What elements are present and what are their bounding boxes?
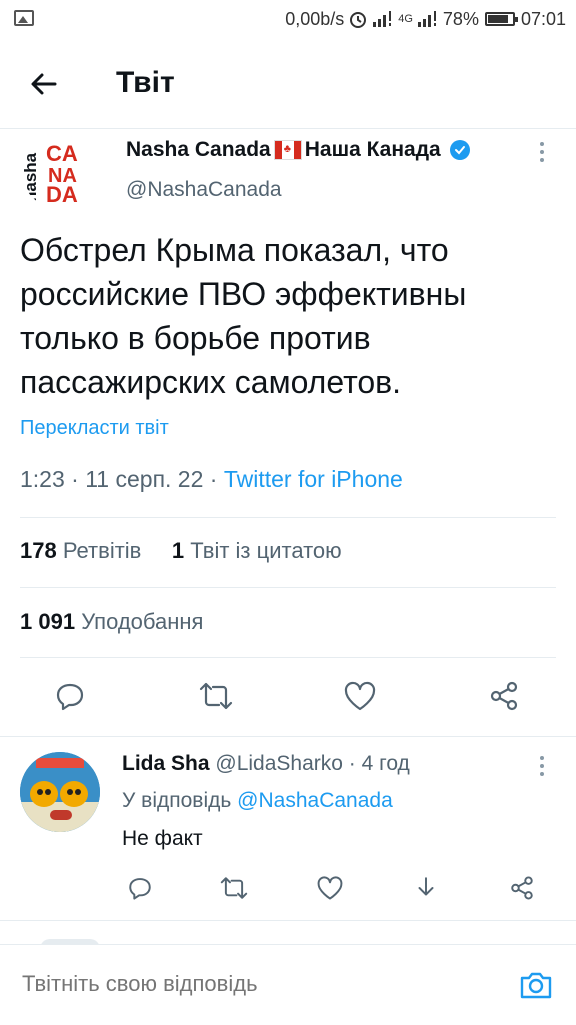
- reply-share-button[interactable]: [500, 866, 544, 910]
- meta-separator: ·: [71, 466, 86, 492]
- back-button[interactable]: [22, 62, 66, 106]
- network-type: 4G: [398, 13, 413, 25]
- arrow-left-icon: [31, 73, 57, 95]
- more-vertical-icon: [540, 756, 544, 776]
- meta-separator: ·: [209, 466, 224, 492]
- verified-badge-icon: [449, 140, 470, 160]
- reply-text: Не факт: [122, 827, 203, 850]
- avatar-image: [20, 752, 100, 832]
- quote-tweets-link[interactable]: 1 Твіт із цитатою: [172, 538, 342, 563]
- heart-icon: [317, 876, 343, 900]
- reply-reply-button[interactable]: [118, 866, 162, 910]
- compose-reply-bar: [0, 944, 576, 1025]
- canada-flag-icon: ♣: [273, 140, 302, 160]
- likes-stats[interactable]: 1 091 Уподобання: [20, 609, 203, 635]
- author-avatar[interactable]: nasha CA NA DA: [22, 136, 94, 208]
- svg-text:DA: DA: [46, 182, 78, 207]
- retweet-icon: [220, 877, 248, 899]
- svg-text:CA: CA: [46, 141, 78, 166]
- reply-more-options-button[interactable]: [530, 754, 554, 778]
- nasha-canada-logo: nasha CA NA DA: [22, 136, 94, 208]
- battery-percent: 78%: [442, 8, 479, 29]
- camera-button[interactable]: [516, 965, 556, 1005]
- top-bar: Твіт: [0, 38, 576, 129]
- reply-age: · 4 год: [348, 752, 410, 775]
- author-handle[interactable]: @NashaCanada: [126, 178, 282, 202]
- retweets-link[interactable]: 178 Ретвітів: [20, 538, 141, 563]
- reply-author-name[interactable]: Lida Sha: [122, 752, 210, 775]
- page-title: Твіт: [116, 66, 175, 99]
- divider: [20, 517, 556, 518]
- author-name-latin: Nasha Canada: [126, 138, 271, 161]
- reply-retweet-button[interactable]: [212, 866, 256, 910]
- reply-like-button[interactable]: [308, 866, 352, 910]
- tweet-time: 1:23: [20, 466, 65, 492]
- camera-icon: [520, 972, 552, 999]
- translate-tweet-link[interactable]: Перекласти твіт: [20, 417, 169, 440]
- reply-author-handle[interactable]: @LidaSharko: [215, 752, 343, 775]
- tweet-text: Обстрел Крыма показал, что российские ПВ…: [20, 232, 467, 400]
- reply-header: Lida Sha @LidaSharko · 4 год: [122, 752, 410, 776]
- tweet-date: 11 серп. 22: [85, 466, 204, 492]
- gallery-notification-icon: [14, 10, 34, 26]
- more-options-button[interactable]: [530, 140, 554, 164]
- reply-download-button[interactable]: [404, 866, 448, 910]
- download-icon: [418, 877, 434, 896]
- signal-4g-icon: [417, 11, 436, 27]
- clock: 07:01: [520, 8, 566, 29]
- retweet-icon: [199, 682, 233, 710]
- like-button[interactable]: [338, 674, 382, 718]
- tweet-source-link[interactable]: Twitter for iPhone: [224, 466, 403, 492]
- reply-compose-input[interactable]: [22, 971, 482, 997]
- alarm-icon: [350, 12, 367, 28]
- retweet-button[interactable]: [194, 674, 238, 718]
- divider: [20, 587, 556, 588]
- retweet-stats: 178 Ретвітів 1 Твіт із цитатою: [20, 538, 342, 564]
- reply-icon: [56, 683, 84, 711]
- reply-button[interactable]: [48, 674, 92, 718]
- heart-icon: [344, 681, 376, 711]
- reply-icon: [129, 878, 151, 900]
- author-name-cyrillic: Наша Канада: [304, 138, 441, 161]
- status-indicators: 0,00b/s 4G 78% 07:01: [285, 7, 566, 31]
- status-bar: 0,00b/s 4G 78% 07:01: [0, 0, 576, 38]
- divider: [0, 920, 576, 921]
- author-name[interactable]: Nasha Canada ♣ Наша Канада: [126, 138, 470, 162]
- share-icon: [490, 681, 518, 711]
- divider: [20, 657, 556, 658]
- reply-to-prefix: У відповідь: [122, 789, 232, 812]
- network-speed: 0,00b/s: [285, 8, 345, 29]
- battery-icon: [484, 12, 518, 26]
- share-icon: [511, 876, 533, 900]
- share-button[interactable]: [482, 674, 526, 718]
- reply-to-mention[interactable]: @NashaCanada: [237, 789, 393, 812]
- svg-text:nasha: nasha: [22, 152, 40, 202]
- signal-icon: [373, 11, 392, 27]
- divider: [0, 736, 576, 737]
- reply-author-avatar[interactable]: [20, 752, 100, 832]
- more-vertical-icon: [540, 142, 544, 162]
- reply-to-line: У відповідь @NashaCanada: [122, 789, 393, 813]
- tweet-meta: 1:23 · 11 серп. 22 · Twitter for iPhone: [20, 466, 403, 493]
